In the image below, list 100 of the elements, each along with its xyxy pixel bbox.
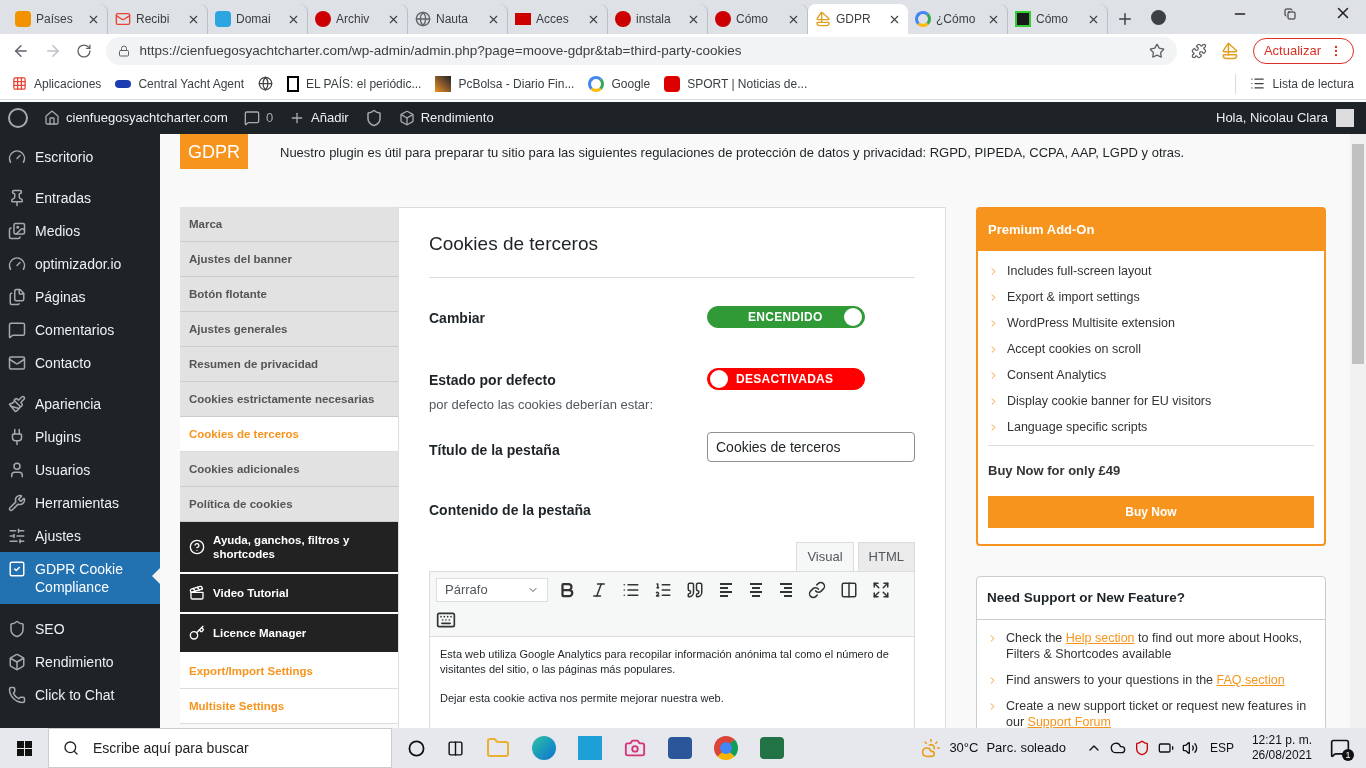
sidebar-item[interactable]: Escritorio	[0, 140, 160, 173]
language-indicator[interactable]: ESP	[1209, 739, 1234, 757]
spreadsheet-app-icon[interactable]	[760, 737, 784, 759]
toggle-switch[interactable]: ENCENDIDO	[707, 305, 865, 328]
bookmark[interactable]: Google	[588, 74, 651, 93]
cloud-icon[interactable]	[1109, 740, 1126, 756]
editor-tab[interactable]: Visual	[796, 541, 854, 571]
sidebar-item[interactable]: Apariencia	[0, 387, 160, 420]
new-tab-icon[interactable]	[1116, 10, 1134, 28]
document-app-icon[interactable]	[668, 737, 692, 759]
scrollbar[interactable]	[1350, 134, 1366, 728]
browser-tab[interactable]: Recibi	[108, 4, 208, 34]
restore-icon[interactable]	[1284, 8, 1296, 20]
fullscreen-icon[interactable]	[872, 580, 890, 599]
shield-icon[interactable]	[1133, 740, 1150, 756]
star-icon[interactable]	[1149, 43, 1166, 59]
editor-tab[interactable]: HTML	[857, 541, 915, 571]
settings-tab[interactable]: Ayuda, ganchos, filtros y shortcodes	[180, 522, 398, 574]
bookmark[interactable]: PcBolsa - Diario Fin...	[435, 74, 575, 93]
comments-link[interactable]: 0	[243, 108, 274, 128]
sidebar-item[interactable]: Usuarios	[0, 453, 160, 486]
bookmark[interactable]: Aplicaciones	[12, 74, 102, 93]
align-right-icon[interactable]	[778, 581, 794, 598]
settings-tab[interactable]: Cookies estrictamente necesarias	[180, 382, 398, 417]
sidebar-item[interactable]: GDPR Cookie Compliance	[0, 552, 160, 604]
quote-icon[interactable]	[686, 580, 704, 599]
clock[interactable]: 12:21 p. m. 26/08/2021	[1251, 733, 1312, 763]
cortana-icon[interactable]	[408, 739, 425, 757]
sidebar-item[interactable]: Contacto	[0, 346, 160, 379]
bookmark[interactable]: EL PAÍS: el periódic...	[287, 74, 422, 93]
bookmark[interactable]: SPORT | Noticias de...	[664, 74, 808, 93]
account-link[interactable]: Hola, Nicolau Clara	[1216, 108, 1358, 128]
browser-tab[interactable]: Acces	[508, 4, 608, 34]
browser-tab[interactable]: Cómo	[1008, 4, 1108, 34]
tab-title: ¿Cómo	[936, 11, 977, 28]
settings-tab[interactable]: Botón flotante	[180, 277, 398, 312]
sidebar-item[interactable]: Entradas	[0, 181, 160, 214]
sidebar-item[interactable]: Click to Chat	[0, 678, 160, 711]
reading-list-button[interactable]: Lista de lectura	[1249, 74, 1354, 93]
settings-tab[interactable]: Ajustes generales	[180, 312, 398, 347]
italic-icon[interactable]	[590, 580, 608, 599]
toggle-switch[interactable]: DESACTIVADAS	[707, 367, 865, 390]
browser-tab[interactable]: Nauta	[408, 4, 508, 34]
browser-icon[interactable]	[532, 736, 556, 760]
logo-icon[interactable]	[8, 108, 28, 128]
link-icon[interactable]	[808, 580, 826, 599]
back-icon[interactable]	[12, 42, 30, 60]
sidebar-item[interactable]: Páginas	[0, 280, 160, 313]
bookmark[interactable]: Central Yacht Agent	[115, 74, 244, 93]
input-field[interactable]: Cookies de terceros	[707, 431, 915, 462]
tab-search-icon[interactable]	[1151, 10, 1166, 25]
browser-tab[interactable]: GDPR	[808, 4, 908, 34]
address-bar[interactable]: https://cienfuegosyachtcharter.com/wp-admin/admin.php?page=moove-gdpr&tab=third-party-cookies	[105, 37, 1178, 65]
tab-title: Países	[36, 11, 74, 28]
performance-link[interactable]: Rendimiento	[398, 108, 494, 128]
settings-tab[interactable]: Cookies adicionales	[180, 452, 398, 487]
browser-tab[interactable]: ¿Cómo	[908, 4, 1008, 34]
settings-tab[interactable]: Marca	[180, 207, 398, 242]
tab-title: Domai	[236, 11, 272, 28]
feature-text: Display cookie banner for EU visitors	[1007, 393, 1212, 411]
task-view-icon[interactable]	[447, 739, 464, 757]
reload-icon[interactable]	[75, 43, 92, 59]
settings-tab[interactable]: Ajustes del banner	[180, 242, 398, 277]
taskbar-search-field[interactable]: Escribe aquí para buscar	[48, 728, 392, 768]
extensions-icon[interactable]	[1191, 43, 1208, 59]
bookmark[interactable]	[258, 76, 273, 91]
sidebar-item[interactable]: Medios	[0, 214, 160, 247]
volume-icon[interactable]	[1181, 740, 1198, 756]
sidebar-item[interactable]: Ajustes	[0, 519, 160, 552]
settings-tab[interactable]: Resumen de privacidad	[180, 347, 398, 382]
browser-tab[interactable]: Cómo	[708, 4, 808, 34]
sidebar-item[interactable]: Plugins	[0, 420, 160, 453]
format-select[interactable]: Párrafo	[436, 577, 548, 602]
settings-tab[interactable]: Licence Manager	[180, 614, 398, 654]
browser-icon[interactable]	[714, 736, 738, 760]
browser-tab[interactable]: Domai	[208, 4, 308, 34]
scrollbar-thumb[interactable]	[1352, 144, 1364, 364]
sidebar-item[interactable]: optimizador.io	[0, 247, 160, 280]
battery-icon[interactable]	[1157, 740, 1174, 756]
settings-tab[interactable]: Video Tutorial	[180, 574, 398, 614]
camera-icon[interactable]	[624, 737, 646, 759]
align-center-icon[interactable]	[748, 581, 764, 598]
site-link[interactable]: cienfuegosyachtcharter.com	[44, 108, 228, 128]
shield-icon[interactable]	[364, 109, 383, 127]
browser-tab[interactable]: Países	[8, 4, 108, 34]
settings-tab[interactable]: Política de cookies	[180, 487, 398, 522]
sidebar-item[interactable]: Rendimiento	[0, 645, 160, 678]
sidebar-item[interactable]: Comentarios	[0, 313, 160, 346]
pin-icon	[8, 188, 26, 207]
sidebar-item[interactable]: SEO	[0, 612, 160, 645]
sidebar-item[interactable]: Herramientas	[0, 486, 160, 519]
browser-tab[interactable]: instala	[608, 4, 708, 34]
add-new-link[interactable]: Añadir	[289, 108, 349, 128]
bold-icon[interactable]	[558, 580, 576, 599]
read-more-icon[interactable]	[840, 580, 858, 599]
bookmark-favicon-icon	[588, 75, 605, 92]
numbered-list-icon[interactable]	[654, 580, 672, 599]
tab-title: Archiv	[336, 11, 371, 28]
browser-tab[interactable]: Archiv	[308, 4, 408, 34]
align-left-icon[interactable]	[718, 581, 734, 598]
